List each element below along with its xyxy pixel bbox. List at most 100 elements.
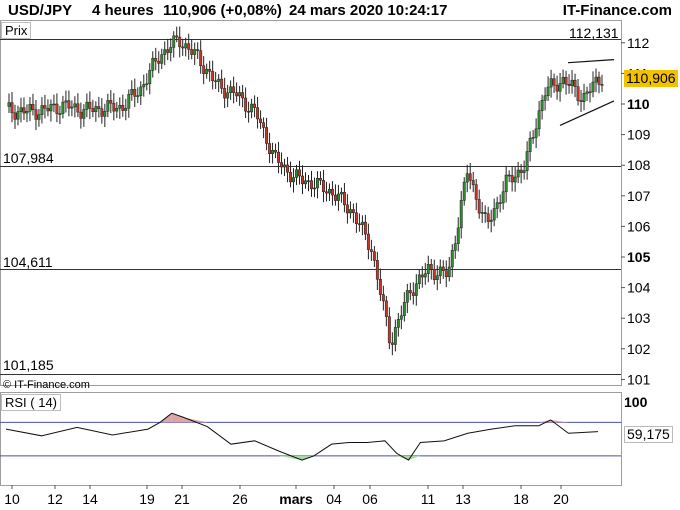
candle-body [459,200,463,229]
candle-body [420,274,424,278]
date-tick-label: 11 [421,491,436,507]
candle-body [414,283,418,296]
candle-body [519,169,523,173]
candle-body [256,107,260,120]
candle-body [558,83,562,92]
candle-body [166,49,170,53]
candle-body [498,202,502,204]
rsi-last-value-badge: 59,175 [624,426,673,443]
candle-body [289,171,292,183]
candle-body [127,94,131,109]
brand-name: IT-Finance.com [562,2,672,19]
date-tick-label: 19 [139,491,155,507]
rsi-oversold-fill [278,455,302,461]
candle-body [336,193,340,201]
candle-body [70,106,74,109]
watermark: © IT-Finance.com [3,379,90,391]
candle-body [351,209,355,214]
candle-body [369,249,373,252]
candle-body [301,175,304,185]
level-label-101185: 101,185 [3,357,54,373]
candle-body [438,266,442,277]
candle-body [49,104,53,112]
candle-body [471,180,475,185]
candle-body [597,76,601,85]
candle-body [492,208,496,221]
candle-body [31,104,35,110]
candle-body [378,279,382,295]
date-tick-label: 26 [232,491,248,507]
candle-body [348,209,352,214]
candle-body [345,204,349,214]
candle-body [402,302,406,316]
candle-body [516,169,520,178]
candle-body [133,89,137,97]
candle-body [181,46,185,49]
candle-body [106,100,110,112]
candle-body [67,100,71,109]
candle-body [354,212,358,225]
candle-body [184,43,188,49]
candle-body [522,170,526,173]
price-panel-frame [0,20,622,486]
candles [7,26,604,356]
candle-body [429,264,433,270]
candle-body [250,103,254,113]
candle-body [540,100,544,111]
candle-body [316,178,319,189]
candle-body [561,76,565,84]
candle-body [313,187,316,190]
candle-body [426,264,430,274]
candle-body [393,327,397,345]
candle-body [453,243,457,251]
candle-body [223,88,227,99]
candle-body [423,273,427,278]
candle-body [286,164,289,173]
candle-body [411,292,415,296]
candle-body [342,191,346,206]
candle-body [501,191,505,204]
chart-canvas: 101102103104105106107108109110111112 101… [0,20,651,507]
candle-body [13,112,17,120]
triangle-lower-line [559,100,615,126]
price-tick-label: 106 [627,218,651,234]
candle-body [145,83,149,85]
rsi-top-tick: 100 [624,394,648,410]
candle-body [534,128,538,138]
candle-body [396,319,400,328]
candle-body [328,189,331,194]
candle-body [229,86,233,93]
rsi-panel-plot [0,412,621,461]
candle-body [7,102,11,107]
candle-body [19,107,23,112]
candle-body [55,103,59,114]
candle-body [100,108,104,117]
candle-body [357,223,361,226]
candle-body [82,109,86,119]
candle-body [187,43,191,50]
candle-body [399,315,403,320]
timestamp: 24 mars 2020 10:24:17 [289,2,448,19]
candle-body [142,84,146,88]
candle-body [331,189,334,196]
timeframe: 4 heures [92,2,154,19]
candle-body [360,221,364,225]
price-tick-label: 103 [627,310,651,326]
candle-body [549,78,553,88]
date-tick-label: 06 [362,491,378,507]
date-tick-label: 13 [455,491,471,507]
candle-body [205,68,209,74]
candle-body [310,180,313,190]
candle-body [573,79,577,87]
candle-body [384,300,388,317]
candle-body [372,251,376,261]
candle-body [447,266,451,278]
level-label-112131: 112,131 [569,25,619,41]
candle-body [172,35,176,48]
candle-body [366,233,370,250]
candle-body [504,174,508,193]
candle-body [241,92,245,99]
candle-body [435,275,439,280]
candle-body [265,127,269,144]
candle-body [118,104,122,109]
